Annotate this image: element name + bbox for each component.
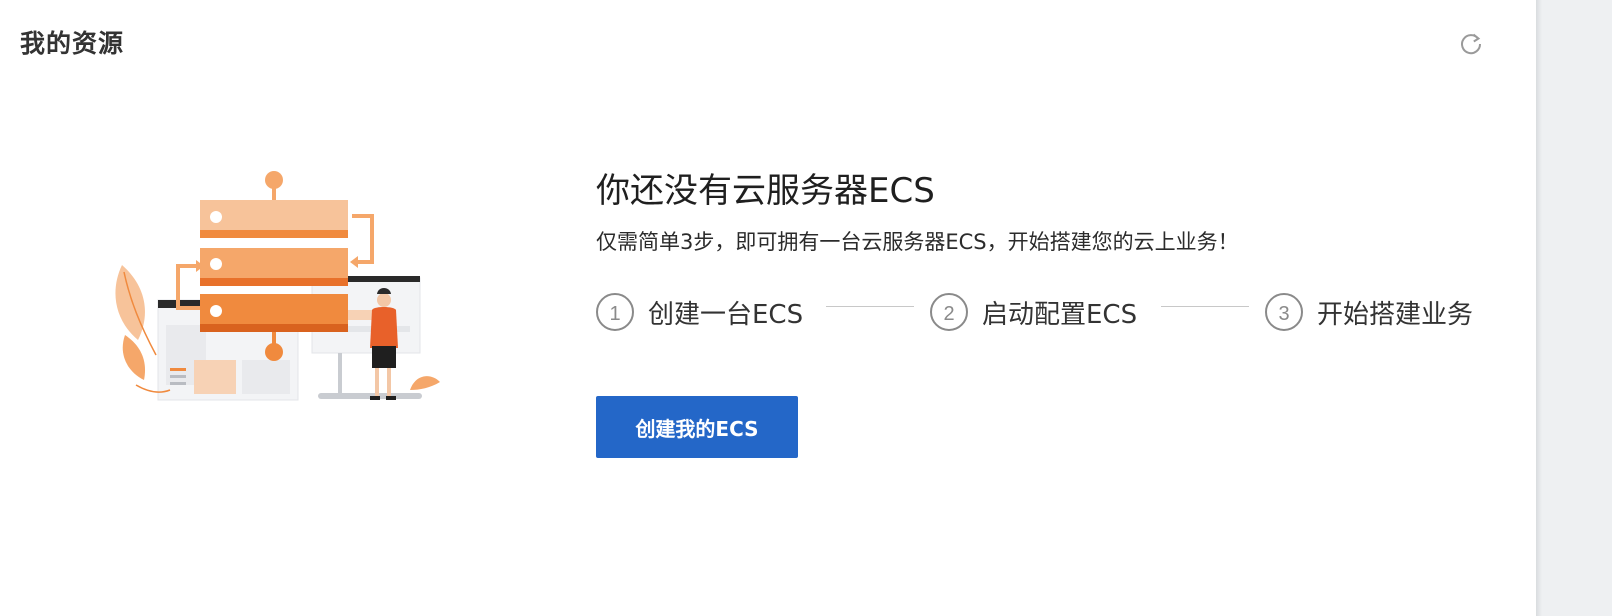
step-1: 1 创建一台ECS [596, 290, 803, 334]
step-label: 启动配置ECS [982, 299, 1138, 330]
step-number: 1 [596, 293, 634, 331]
resources-panel: 我的资源 你还没有云服务器ECS 仅需简单3步，即可拥有一台云服务器ECS，开始… [0, 0, 1536, 616]
panel-title: 我的资源 [20, 29, 125, 58]
refresh-icon[interactable] [1457, 30, 1485, 58]
step-connector [826, 306, 914, 307]
empty-state-title: 你还没有云服务器ECS [596, 171, 935, 211]
step-label: 创建一台ECS [648, 299, 804, 330]
step-connector [1161, 306, 1249, 307]
empty-state-description: 仅需简单3步，即可拥有一台云服务器ECS，开始搭建您的云上业务！ [596, 230, 1239, 254]
create-ecs-button[interactable]: 创建我的ECS [596, 396, 798, 458]
step-number: 2 [930, 293, 968, 331]
setup-steps: 1 创建一台ECS 2 启动配置ECS 3 开始搭建业务 [596, 290, 1496, 336]
step-number: 3 [1265, 293, 1303, 331]
step-3: 3 开始搭建业务 [1265, 290, 1473, 334]
step-2: 2 启动配置ECS [930, 290, 1137, 334]
step-label: 开始搭建业务 [1317, 299, 1474, 330]
panel-edge [1536, 0, 1542, 616]
empty-server-illustration [100, 160, 450, 410]
